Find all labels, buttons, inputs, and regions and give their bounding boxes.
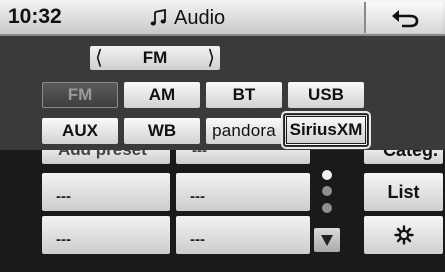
chevron-right-icon[interactable]: ⟩ <box>207 46 215 70</box>
preset-slot-4[interactable]: --- <box>176 216 310 254</box>
list-label: List <box>387 181 420 202</box>
preset-slot-label: --- <box>56 188 71 205</box>
back-button[interactable] <box>364 2 443 33</box>
source-pandora-button[interactable]: pandora <box>206 118 282 144</box>
preset-slot-label: --- <box>56 231 71 248</box>
band-selector[interactable]: ⟨ FM ⟩ <box>90 46 220 70</box>
preset-slot-1[interactable]: --- <box>42 173 170 211</box>
source-label: AUX <box>62 121 98 140</box>
page-dot-3 <box>322 203 332 213</box>
source-wb-button[interactable]: WB <box>124 118 200 144</box>
gear-icon <box>393 225 414 245</box>
triangle-down-icon <box>321 235 333 246</box>
clock: 10:32 <box>8 5 62 28</box>
source-label: pandora <box>212 121 276 140</box>
settings-button[interactable] <box>364 216 443 254</box>
source-am-button[interactable]: AM <box>124 82 200 108</box>
source-aux-button[interactable]: AUX <box>42 118 118 144</box>
page-title-group: Audio <box>150 5 225 31</box>
source-label: SiriusXM <box>289 120 363 139</box>
source-bt-button[interactable]: BT <box>206 82 282 108</box>
source-label: BT <box>232 85 256 104</box>
source-usb-button[interactable]: USB <box>288 82 364 108</box>
source-label: USB <box>308 85 344 104</box>
preset-slot-2[interactable]: --- <box>176 173 310 211</box>
source-label: FM <box>67 85 93 104</box>
preset-slot-3[interactable]: --- <box>42 216 170 254</box>
band-value: FM <box>142 48 168 67</box>
page-title: Audio <box>174 6 226 29</box>
source-label: AM <box>148 85 176 104</box>
preset-slot-label: --- <box>190 231 205 248</box>
page-dot-1 <box>322 170 332 180</box>
scroll-down-button[interactable] <box>314 228 340 252</box>
back-arrow-icon <box>392 10 419 28</box>
source-label: WB <box>147 121 177 140</box>
list-button[interactable]: List <box>364 173 443 211</box>
source-siriusxm-button[interactable]: SiriusXM <box>281 111 371 149</box>
music-note-icon <box>150 9 166 26</box>
preset-slot-label: --- <box>190 188 205 205</box>
page-dot-2 <box>322 186 332 196</box>
source-fm-button[interactable]: FM <box>42 82 118 108</box>
